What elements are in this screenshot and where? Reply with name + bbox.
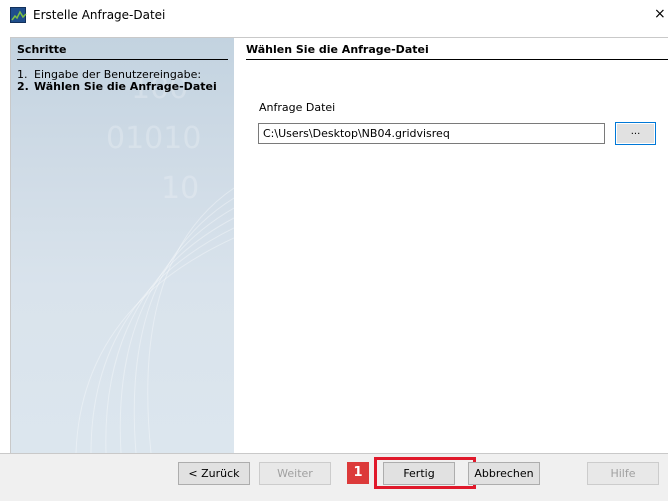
- next-button[interactable]: Weiter: [259, 462, 331, 485]
- sidebar-background-decoration: 100 01010 10: [75, 71, 234, 453]
- svg-text:10: 10: [161, 171, 199, 206]
- app-icon: [10, 7, 27, 23]
- browse-button[interactable]: ...: [615, 122, 656, 145]
- step-number: 2.: [17, 80, 29, 93]
- window-title: Erstelle Anfrage-Datei: [33, 8, 166, 22]
- button-bar: < Zurück Weiter 1 Fertig Abbrechen Hilfe: [0, 453, 668, 501]
- close-icon[interactable]: ×: [654, 4, 668, 24]
- request-file-label: Anfrage Datei: [259, 101, 336, 114]
- finish-button[interactable]: Fertig: [383, 462, 455, 485]
- help-button[interactable]: Hilfe: [587, 462, 659, 485]
- step-label: Wählen Sie die Anfrage-Datei: [34, 80, 217, 93]
- back-button[interactable]: < Zurück: [178, 462, 250, 485]
- page-title: Wählen Sie die Anfrage-Datei: [246, 43, 668, 60]
- steps-list: 1. Eingabe der Benutzereingabe: 2. Wähle…: [17, 69, 227, 93]
- steps-sidebar: 100 01010 10 Schritte 1. Eingabe der Ben…: [11, 38, 234, 453]
- wizard-window: 100 01010 10 Schritte 1. Eingabe der Ben…: [10, 37, 668, 453]
- cancel-button[interactable]: Abbrechen: [468, 462, 540, 485]
- content-panel: Wählen Sie die Anfrage-Datei Anfrage Dat…: [234, 38, 668, 453]
- step-item-2: 2. Wählen Sie die Anfrage-Datei: [17, 81, 227, 93]
- request-file-input[interactable]: [258, 123, 605, 144]
- step-badge: 1: [347, 462, 369, 484]
- sidebar-title: Schritte: [17, 43, 228, 60]
- title-bar: Erstelle Anfrage-Datei ×: [0, 0, 668, 30]
- svg-text:01010: 01010: [106, 121, 201, 156]
